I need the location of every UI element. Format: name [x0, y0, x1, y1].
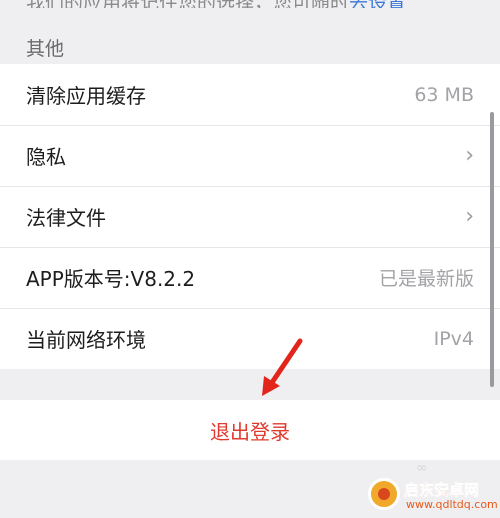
network-value: IPv4 [433, 327, 474, 350]
app-version-row[interactable]: APP版本号:V8.2.2 已是最新版 [0, 247, 500, 308]
network-environment-row[interactable]: 当前网络环境 IPv4 [0, 308, 500, 369]
privacy-label: 隐私 [26, 145, 66, 169]
legal-documents-row[interactable]: 法律文件 › [0, 186, 500, 247]
logout-label: 退出登录 [210, 419, 290, 444]
cache-size-value: 63 MB [414, 83, 474, 106]
chevron-right-icon: › [465, 142, 474, 168]
red-arrow-icon [262, 338, 303, 396]
watermark-text: 启东安卓网 [404, 481, 480, 500]
logout-button[interactable]: 退出登录 [0, 400, 500, 460]
previous-section-text: 我们的应用将记住您的选择，您可随时去设置 [26, 0, 406, 8]
scrollbar[interactable] [490, 112, 494, 387]
settings-list: 清除应用缓存 63 MB 隐私 › 法律文件 › APP版本号:V8.2.2 已… [0, 64, 500, 369]
watermark-logo-icon [368, 478, 400, 510]
version-status-value: 已是最新版 [378, 268, 474, 290]
privacy-row[interactable]: 隐私 › [0, 125, 500, 186]
section-title-other: 其他 [26, 38, 65, 60]
clear-cache-row[interactable]: 清除应用缓存 63 MB [0, 64, 500, 125]
faint-icon: ∞ [416, 460, 428, 476]
chevron-right-icon: › [465, 203, 474, 229]
settings-link[interactable]: 去设置 [349, 0, 406, 8]
network-environment-label: 当前网络环境 [26, 328, 146, 352]
watermark-url: www.qdltdq.com [406, 498, 498, 511]
clear-cache-label: 清除应用缓存 [26, 84, 146, 108]
app-version-label: APP版本号:V8.2.2 [26, 267, 196, 291]
legal-documents-label: 法律文件 [26, 206, 106, 230]
